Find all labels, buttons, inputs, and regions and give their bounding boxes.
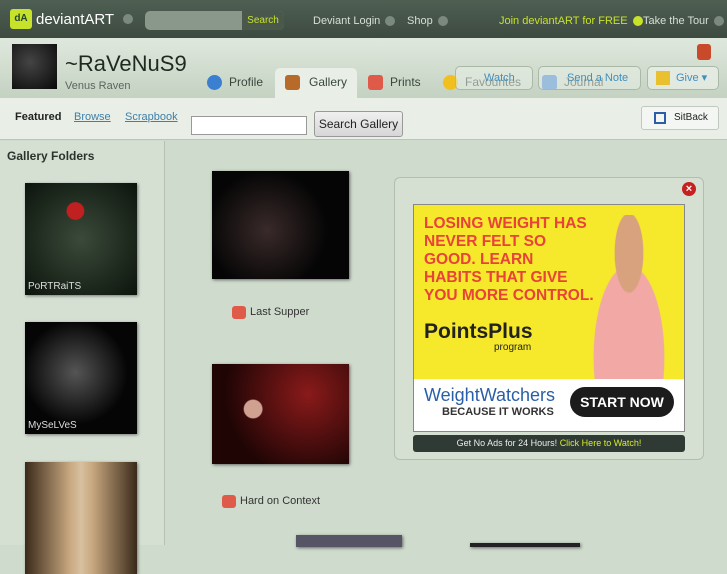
avatar[interactable]	[12, 44, 57, 89]
top-search-button[interactable]: Search	[242, 11, 284, 30]
join-link[interactable]: Join deviantART for FREE	[499, 15, 643, 27]
close-icon[interactable]: ×	[682, 182, 696, 196]
deviant-login-link[interactable]: Deviant Login	[313, 15, 396, 27]
featured-label[interactable]: Featured	[15, 111, 61, 123]
start-now-button[interactable]: START NOW	[570, 387, 674, 417]
tab-gallery[interactable]: Gallery	[275, 68, 358, 98]
folder-myselves[interactable]: MySeLVeS	[25, 322, 137, 434]
no-ads-bar[interactable]: Get No Ads for 24 Hours! Click Here to W…	[413, 435, 685, 452]
prints-icon	[232, 306, 246, 319]
logo-icon: dA	[10, 9, 32, 29]
top-search-input[interactable]: Search	[145, 11, 284, 30]
tour-link[interactable]: Take the Tour	[643, 15, 724, 27]
tab-prints[interactable]: Prints	[366, 68, 421, 98]
folder-portraits[interactable]: PoRTRaiTS	[25, 183, 137, 295]
thumb-hard-on-context[interactable]	[212, 364, 349, 464]
deviation-title[interactable]: Hard on Context	[222, 495, 320, 508]
arrow-icon	[713, 16, 724, 27]
username[interactable]: ~RaVeNuS9	[65, 51, 187, 77]
folder-3[interactable]	[25, 462, 137, 574]
send-note-button[interactable]: Send a Note	[538, 66, 641, 90]
gift-icon	[656, 71, 670, 85]
sitback-button[interactable]: SitBack	[641, 106, 719, 130]
ad-panel: × LOSING WEIGHT HAS NEVER FELT SO GOOD. …	[394, 177, 704, 460]
thumb-next[interactable]	[470, 543, 580, 547]
prints-icon	[368, 75, 383, 90]
real-name: Venus Raven	[65, 80, 131, 92]
give-button[interactable]: Give ▾	[647, 66, 719, 90]
gallery-folders-sidebar: Gallery Folders PoRTRaiTS MySeLVeS	[0, 141, 165, 574]
watch-link[interactable]: Click Here to Watch!	[560, 438, 642, 448]
top-bar: dA deviantART Search Deviant Login Shop J…	[0, 0, 727, 38]
watch-button[interactable]: Watch	[455, 66, 533, 90]
shop-link[interactable]: Shop	[407, 15, 448, 27]
gallery-folders-title: Gallery Folders	[7, 149, 95, 163]
llama-icon[interactable]	[697, 44, 711, 60]
logo-menu-icon[interactable]	[123, 14, 134, 24]
sitback-icon	[654, 112, 666, 124]
chevron-icon	[437, 16, 448, 27]
search-gallery-button[interactable]: Search Gallery	[314, 111, 403, 137]
profile-header: ~RaVeNuS9 Venus Raven Profile Gallery Pr…	[0, 38, 727, 98]
gallery-search-input[interactable]	[191, 116, 307, 135]
thumb-next[interactable]	[296, 535, 402, 547]
info-icon	[207, 75, 222, 90]
prints-icon	[222, 495, 236, 508]
thumb-last-supper[interactable]	[212, 171, 349, 279]
chevron-icon	[385, 16, 396, 27]
gallery-subnav: Featured Browse Scrapbook Search Gallery…	[0, 98, 727, 140]
arrow-icon	[632, 16, 643, 27]
scrapbook-link[interactable]: Scrapbook	[125, 111, 178, 123]
gallery-icon	[285, 75, 300, 90]
deviantart-logo[interactable]: dA deviantART	[10, 9, 134, 29]
browse-link[interactable]: Browse	[74, 111, 111, 123]
ad-banner[interactable]: LOSING WEIGHT HAS NEVER FELT SO GOOD. LE…	[413, 204, 685, 432]
tab-profile[interactable]: Profile	[205, 68, 263, 98]
deviation-title[interactable]: Last Supper	[232, 306, 309, 319]
